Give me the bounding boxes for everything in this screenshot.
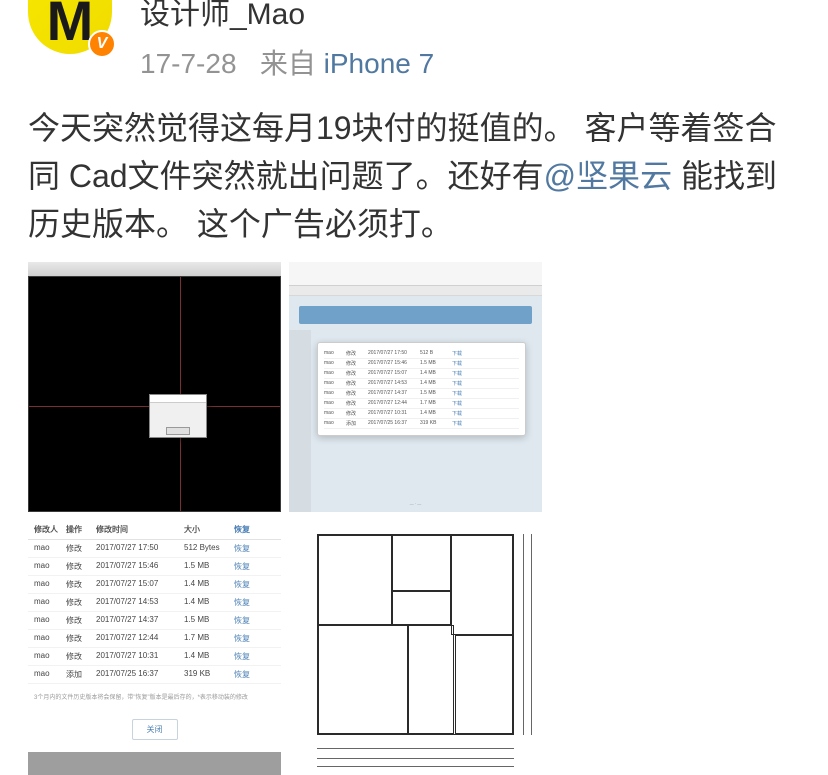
room-7	[392, 591, 451, 625]
verified-badge-icon: V	[88, 30, 116, 58]
room-5	[408, 625, 455, 734]
attachment-4-floorplan[interactable]	[289, 520, 542, 775]
post-body: 今天突然觉得这每月19块付的挺值的。 客户等着签合同 Cad文件突然就出问题了。…	[0, 82, 828, 262]
mention-link[interactable]: @坚果云	[544, 158, 673, 194]
browser-toolbar	[289, 286, 542, 296]
version-row: mao添加2017/07/25 16:37319 KB恢复	[28, 666, 281, 684]
avatar-wrap[interactable]: M V	[28, 0, 112, 54]
dimension-line	[317, 748, 514, 749]
modal-row: mao修改2017/07/27 14:531.4 MB下载	[324, 379, 519, 389]
dimension-line	[317, 758, 514, 759]
image-grid: mao修改2017/07/27 17:50512 B下载mao修改2017/07…	[0, 262, 828, 775]
header-text: 设计师_Mao 17-7-28 来自 iPhone 7	[140, 0, 800, 82]
version-row: mao修改2017/07/27 10:311.4 MB恢复	[28, 648, 281, 666]
modal-row: mao修改2017/07/27 17:50512 B下载	[324, 349, 519, 359]
post-date: 17-7-28	[140, 48, 237, 79]
browser-page-header	[299, 306, 532, 324]
version-rows: mao修改2017/07/27 17:50512 Bytes恢复mao修改201…	[28, 540, 281, 684]
post-header: M V 设计师_Mao 17-7-28 来自 iPhone 7	[0, 0, 828, 82]
attachment-1-cad-error[interactable]	[28, 262, 281, 512]
version-table-header: 修改人 操作 修改时间 大小 恢复	[28, 520, 281, 540]
room-1	[318, 535, 392, 625]
browser-page: mao修改2017/07/27 17:50512 B下载mao修改2017/07…	[289, 296, 542, 512]
version-row: mao修改2017/07/27 15:461.5 MB恢复	[28, 558, 281, 576]
modal-row: mao添加2017/07/25 16:37319 KB下载	[324, 419, 519, 429]
version-close-row: 关闭	[28, 709, 281, 750]
modal-row: mao修改2017/07/27 12:441.7 MB下载	[324, 399, 519, 409]
room-4	[318, 625, 408, 734]
post-source[interactable]: iPhone 7	[324, 48, 435, 79]
attachment-3-version-table[interactable]: 修改人 操作 修改时间 大小 恢复 mao修改2017/07/27 17:505…	[28, 520, 281, 775]
browser-chrome	[289, 262, 542, 286]
version-note: 3个月内的文件历史版本将会保留，带"恢复"版本是最后存的，*表示移动装的修改	[28, 684, 281, 709]
version-row: mao修改2017/07/27 14:531.4 MB恢复	[28, 594, 281, 612]
version-row: mao修改2017/07/27 17:50512 Bytes恢复	[28, 540, 281, 558]
room-6	[455, 635, 514, 735]
close-button: 关闭	[132, 719, 178, 740]
col-user: 修改人	[34, 524, 66, 535]
room-3	[451, 535, 513, 635]
attachment-2-web-history[interactable]: mao修改2017/07/27 17:50512 B下载mao修改2017/07…	[289, 262, 542, 512]
col-time: 修改时间	[96, 524, 184, 535]
room-2	[392, 535, 451, 591]
version-overflow-gray	[28, 752, 281, 775]
modal-row: mao修改2017/07/27 15:461.5 MB下载	[324, 359, 519, 369]
version-row: mao修改2017/07/27 15:071.4 MB恢复	[28, 576, 281, 594]
modal-row: mao修改2017/07/27 14:371.5 MB下载	[324, 389, 519, 399]
col-action: 恢复	[234, 524, 264, 535]
browser-sidebar	[289, 330, 311, 512]
modal-row: mao修改2017/07/27 15:071.4 MB下载	[324, 369, 519, 379]
cad-dialog-ok-button	[166, 427, 190, 435]
cad-error-dialog	[149, 394, 207, 438]
browser-history-modal: mao修改2017/07/27 17:50512 B下载mao修改2017/07…	[317, 342, 526, 436]
version-row: mao修改2017/07/27 14:371.5 MB恢复	[28, 612, 281, 630]
dimension-line	[317, 766, 514, 767]
dimension-line	[523, 534, 524, 735]
col-op: 操作	[66, 524, 96, 535]
col-size: 大小	[184, 524, 234, 535]
cad-titlebar	[28, 262, 281, 276]
modal-row: mao修改2017/07/27 10:311.4 MB下载	[324, 409, 519, 419]
browser-footer: — · —	[299, 501, 532, 506]
post-meta: 17-7-28 来自 iPhone 7	[140, 42, 800, 82]
dimension-line	[531, 534, 532, 735]
cad-canvas	[28, 276, 281, 512]
username[interactable]: 设计师_Mao	[140, 0, 800, 30]
floorplan-outline	[317, 534, 514, 735]
from-label: 来自	[260, 48, 316, 79]
version-row: mao修改2017/07/27 12:441.7 MB恢复	[28, 630, 281, 648]
